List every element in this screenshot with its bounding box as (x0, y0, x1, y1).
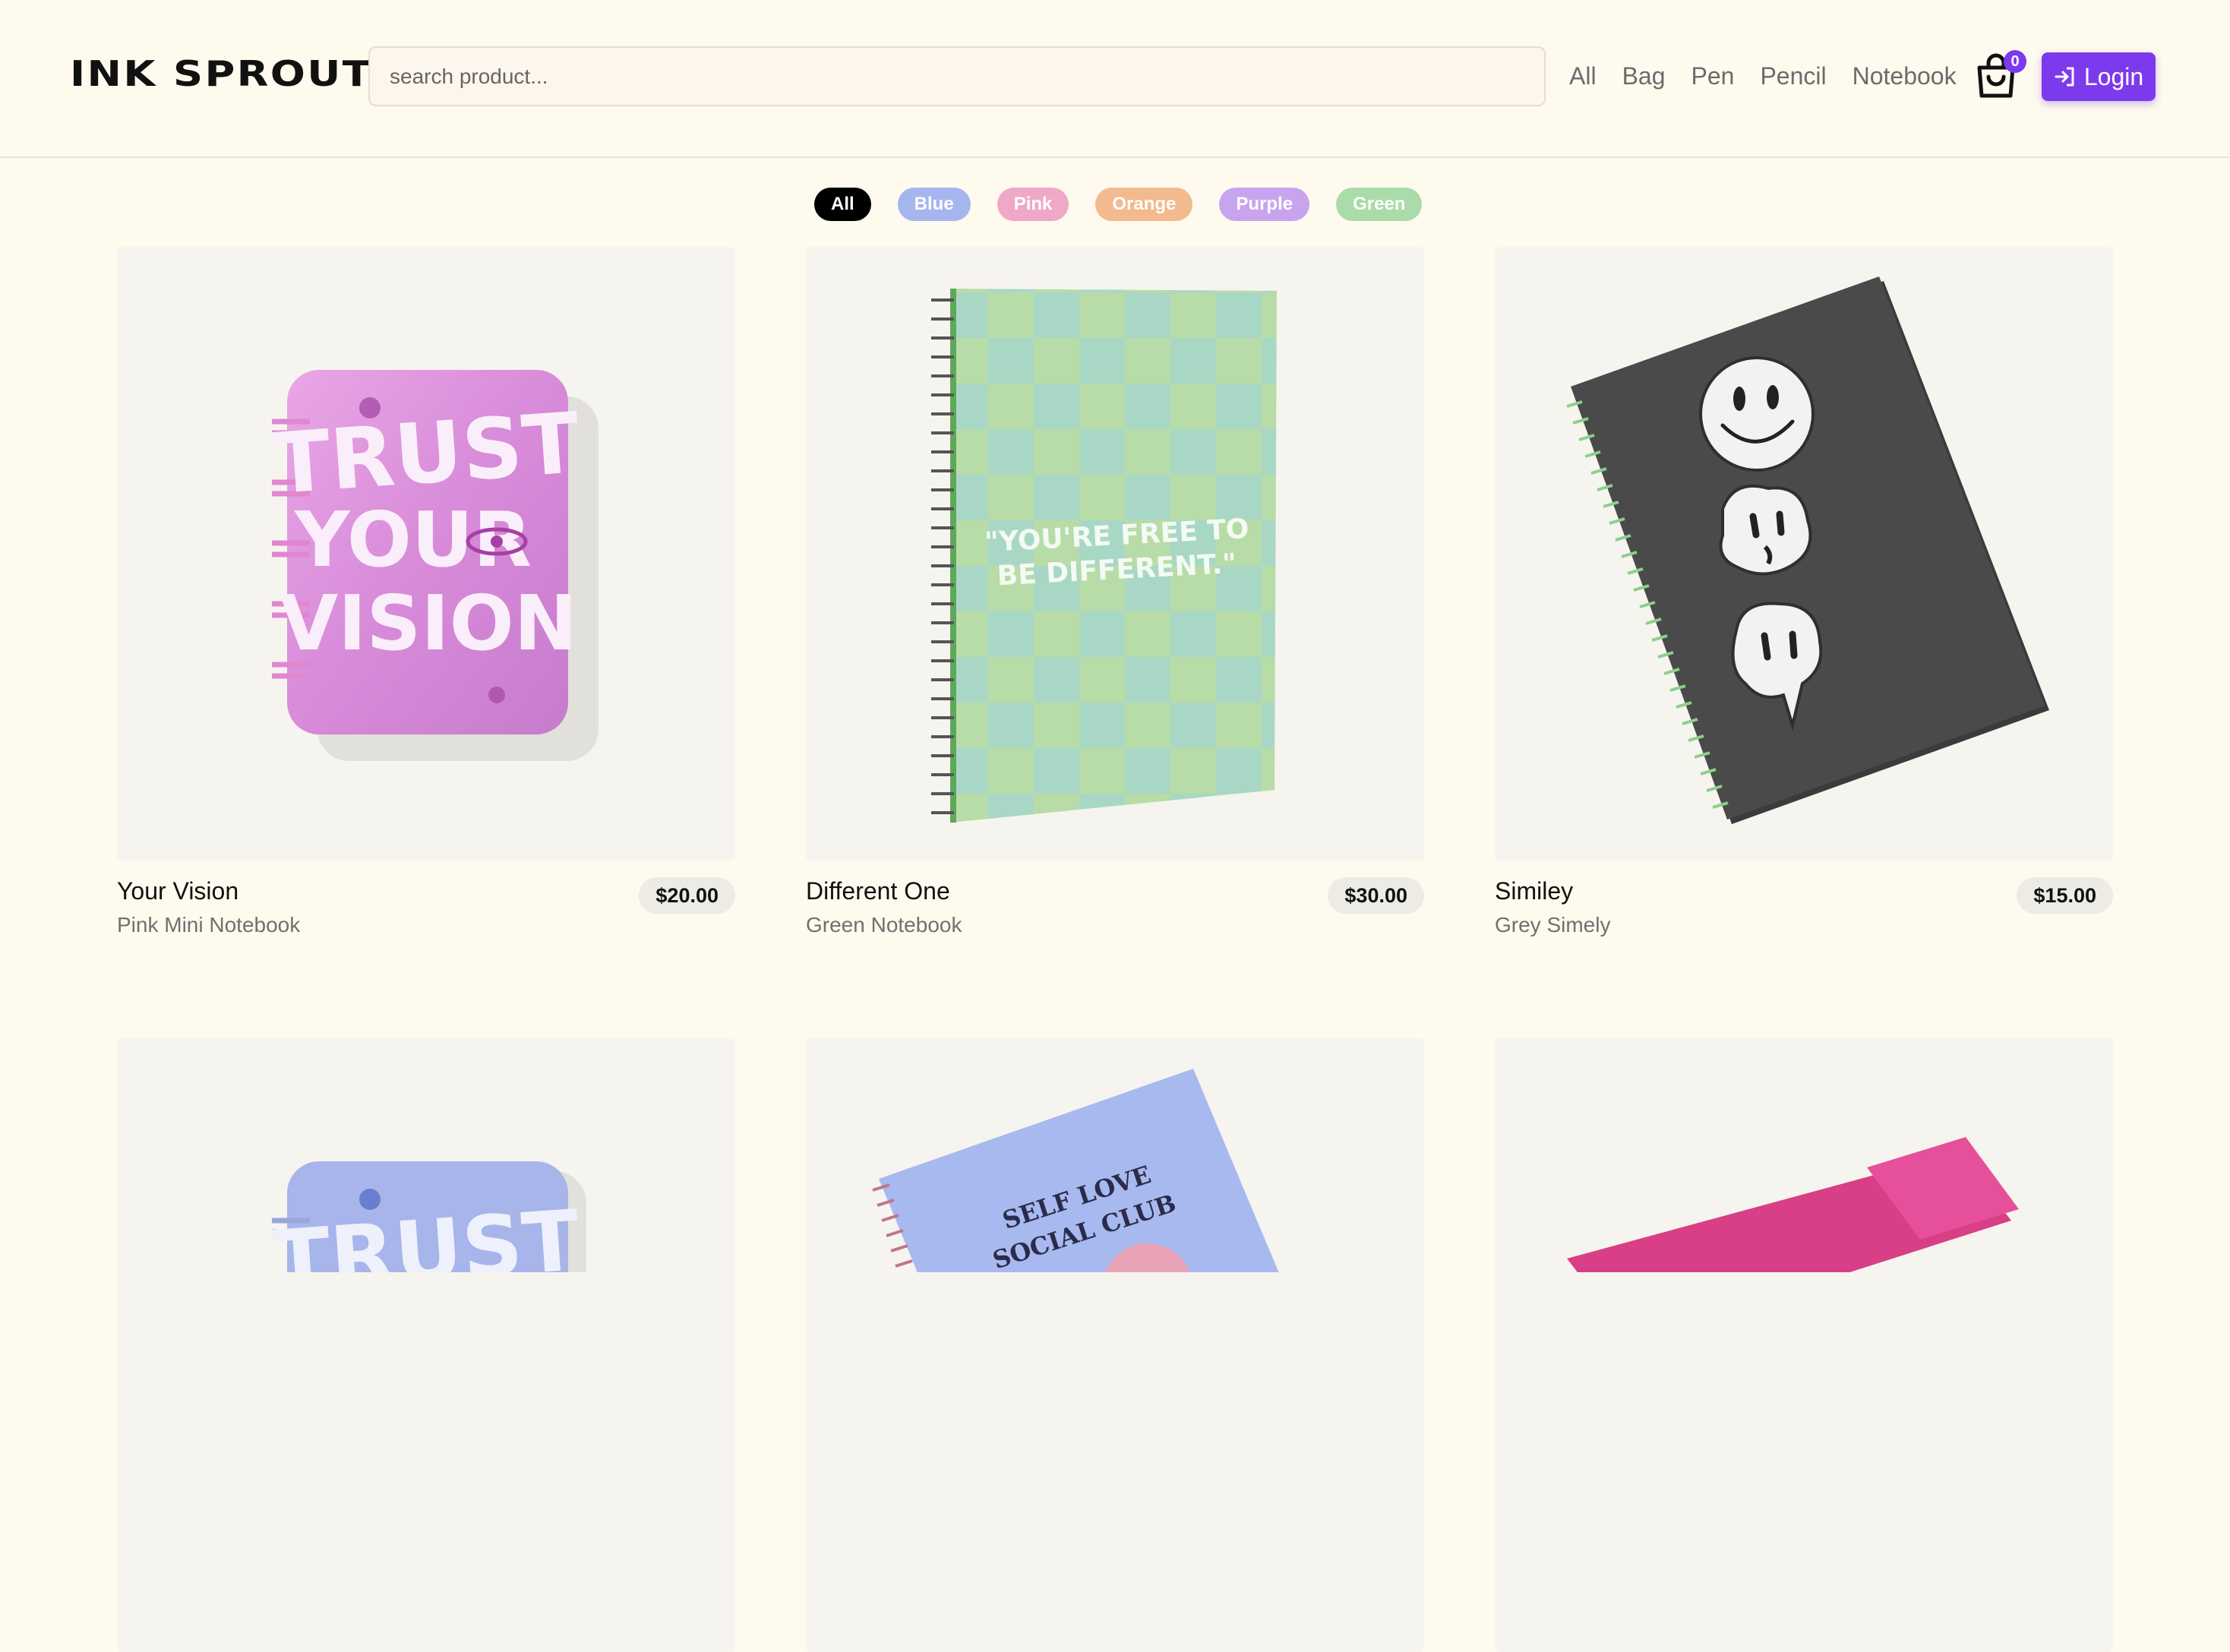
header: INK SPROUT All Bag Pen Pencil Notebook 0… (0, 0, 2230, 158)
product-image[interactable]: TRUST (117, 1038, 735, 1652)
product-card[interactable]: Similey Grey Simely $15.00 (1495, 247, 2113, 937)
product-name[interactable]: Your Vision (117, 877, 238, 905)
logo[interactable]: INK SPROUT (70, 53, 372, 94)
product-card[interactable]: SELF LOVE SOCIAL CLUB (806, 1038, 1424, 1652)
product-image[interactable]: "YOU'RE FREE TO BE DIFFERENT." (806, 247, 1424, 861)
price-badge: $15.00 (2017, 877, 2113, 914)
nav-link-notebook[interactable]: Notebook (1853, 61, 1957, 91)
product-image[interactable]: SELF LOVE SOCIAL CLUB (806, 1038, 1424, 1652)
filter-pill-orange[interactable]: Orange (1095, 188, 1193, 221)
product-subtitle: Green Notebook (806, 913, 962, 937)
login-label: Login (2083, 62, 2144, 90)
product-subtitle: Grey Simely (1495, 913, 1611, 937)
filter-pill-purple[interactable]: Purple (1219, 188, 1310, 221)
product-card[interactable]: TRUST (117, 1038, 735, 1652)
product-card[interactable]: "YOU'RE FREE TO BE DIFFERENT." Different… (806, 247, 1424, 937)
cart-count-badge: 0 (2004, 50, 2026, 73)
filter-pill-all[interactable]: All (814, 188, 871, 221)
nav-link-all[interactable]: All (1569, 61, 1597, 91)
filter-pill-blue[interactable]: Blue (897, 188, 971, 221)
price-badge: $30.00 (1328, 877, 1424, 914)
login-icon (2054, 65, 2077, 88)
nav-link-pen[interactable]: Pen (1691, 61, 1735, 91)
color-filters: All Blue Pink Orange Purple Green (814, 188, 1448, 221)
filter-pill-green[interactable]: Green (1336, 188, 1423, 221)
nav-link-pencil[interactable]: Pencil (1760, 61, 1826, 91)
cover-text-vision: VISION (280, 579, 578, 668)
product-card[interactable]: TRUST YOUR VISION Your Vision Pink Mini … (117, 247, 735, 937)
product-subtitle: Pink Mini Notebook (117, 913, 301, 937)
price-badge: $20.00 (639, 877, 735, 914)
product-card[interactable] (1495, 1038, 2113, 1652)
filter-pill-pink[interactable]: Pink (997, 188, 1069, 221)
product-image[interactable] (1495, 247, 2113, 861)
product-image[interactable] (1495, 1038, 2113, 1652)
product-name[interactable]: Similey (1495, 877, 1573, 905)
nav-link-bag[interactable]: Bag (1622, 61, 1666, 91)
search-input[interactable] (368, 46, 1546, 106)
login-button[interactable]: Login (2042, 52, 2156, 101)
product-name[interactable]: Different One (806, 877, 950, 905)
main-nav: All Bag Pen Pencil Notebook (1569, 61, 1982, 91)
product-image[interactable]: TRUST YOUR VISION (117, 247, 735, 861)
